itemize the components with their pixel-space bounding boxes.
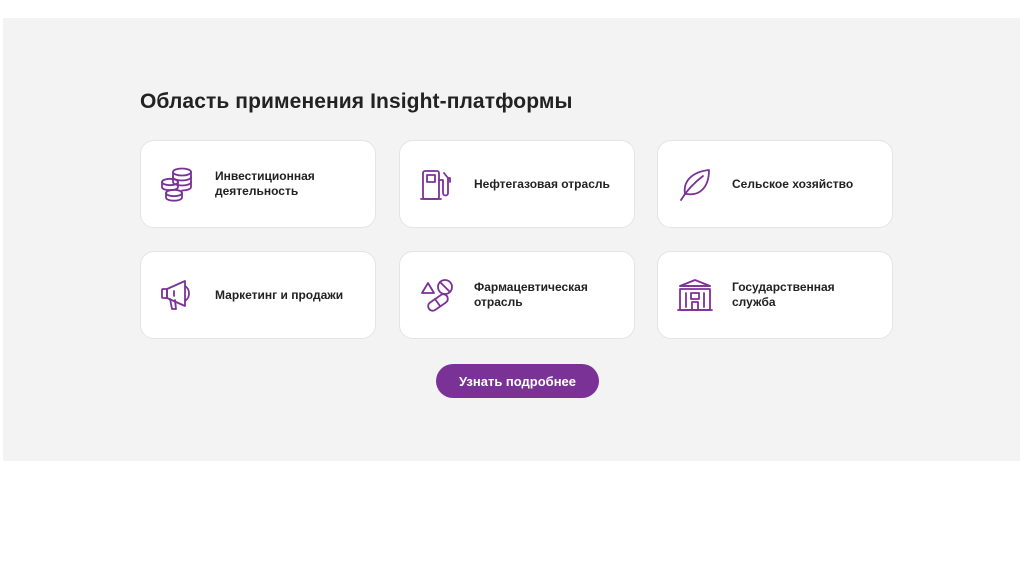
card-label: Инвестиционная деятельность (215, 169, 315, 198)
section-title: Область применения Insight-платформы (140, 90, 573, 113)
card-marketing[interactable]: Маркетинг и продажи (140, 251, 376, 339)
card-pharma[interactable]: Фармацевтическая отрасль (399, 251, 635, 339)
government-building-icon (677, 277, 713, 313)
card-label: Нефтегазовая отрасль (474, 176, 610, 191)
megaphone-icon (160, 277, 196, 313)
card-agriculture[interactable]: Сельское хозяйство (657, 140, 893, 228)
card-label: Фармацевтическая отрасль (474, 280, 588, 309)
card-label: Государственная служба (732, 280, 835, 309)
learn-more-button[interactable]: Узнать подробнее (436, 364, 599, 398)
pills-icon (419, 277, 455, 313)
leaf-icon (677, 166, 713, 202)
card-label: Сельское хозяйство (732, 176, 854, 191)
card-oil-gas[interactable]: Нефтегазовая отрасль (399, 140, 635, 228)
fuel-pump-icon (419, 166, 455, 202)
card-investment[interactable]: Инвестиционная деятельность (140, 140, 376, 228)
card-label: Маркетинг и продажи (215, 287, 344, 302)
coins-stack-icon (160, 166, 196, 202)
section-panel: Область применения Insight-платформы Инв… (3, 18, 1020, 461)
card-government[interactable]: Государственная служба (657, 251, 893, 339)
